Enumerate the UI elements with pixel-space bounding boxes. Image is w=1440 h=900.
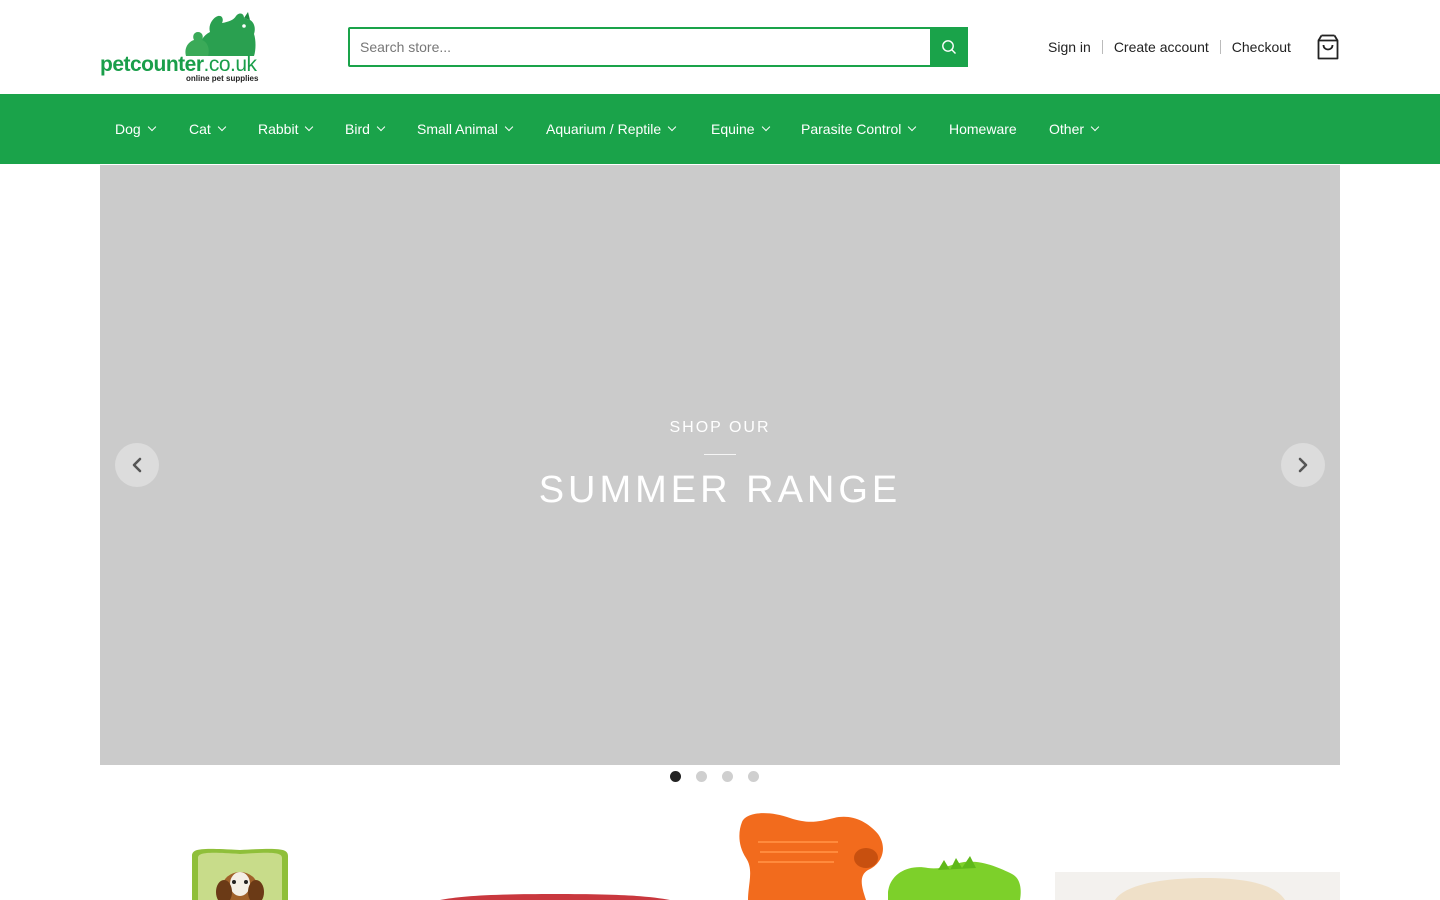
- shopping-bag-icon[interactable]: [1316, 34, 1340, 60]
- slider-dot[interactable]: [722, 771, 733, 782]
- slider-dot[interactable]: [670, 771, 681, 782]
- chevron-down-icon: [217, 122, 227, 132]
- nav-item-parasite-control[interactable]: Parasite Control: [801, 94, 917, 164]
- main-nav: Dog Cat Rabbit Bird Small Animal Aquariu…: [0, 94, 1440, 164]
- nav-item-aquarium-reptile[interactable]: Aquarium / Reptile: [546, 94, 677, 164]
- nav-item-label: Dog: [115, 121, 141, 137]
- hero-title: SUMMER RANGE: [538, 469, 902, 511]
- product-image-dog-treat-tube[interactable]: [190, 812, 290, 900]
- nav-item-cat[interactable]: Cat: [189, 94, 227, 164]
- slider-dot[interactable]: [748, 771, 759, 782]
- nav-item-other[interactable]: Other: [1049, 94, 1100, 164]
- nav-item-label: Cat: [189, 121, 211, 137]
- checkout-link[interactable]: Checkout: [1232, 39, 1291, 55]
- chevron-down-icon: [147, 122, 156, 132]
- nav-item-label: Rabbit: [258, 121, 299, 137]
- slider-dot[interactable]: [696, 771, 707, 782]
- nav-item-equine[interactable]: Equine: [711, 94, 770, 164]
- slider-prev-button[interactable]: [115, 443, 159, 487]
- product-image-red-pet-bed[interactable]: [430, 812, 680, 900]
- slider-next-button[interactable]: [1281, 443, 1325, 487]
- divider: [1101, 40, 1103, 54]
- search-bar: [348, 27, 968, 67]
- hero-kicker: SHOP OUR: [669, 419, 771, 436]
- pets-logo-icon: [185, 12, 256, 56]
- divider: [1219, 40, 1221, 54]
- search-icon: [942, 40, 956, 54]
- chevron-left-icon: [132, 457, 142, 473]
- chevron-down-icon: [908, 122, 917, 132]
- search-button[interactable]: [930, 27, 968, 67]
- account-links: Sign in Create account Checkout: [1048, 38, 1291, 56]
- nav-item-small-animal[interactable]: Small Animal: [417, 94, 514, 164]
- hero-slider[interactable]: SHOP OUR SUMMER RANGE: [100, 165, 1340, 765]
- nav-item-dog[interactable]: Dog: [115, 94, 156, 164]
- chevron-right-icon: [1298, 457, 1308, 473]
- chevron-down-icon: [376, 122, 386, 132]
- nav-item-bird[interactable]: Bird: [345, 94, 386, 164]
- chevron-down-icon: [305, 122, 314, 132]
- chevron-down-icon: [761, 122, 770, 132]
- hero-divider: [704, 454, 736, 455]
- product-image-dog-toys[interactable]: [738, 812, 1028, 900]
- chevron-down-icon: [1090, 122, 1100, 132]
- sign-in-link[interactable]: Sign in: [1048, 39, 1091, 55]
- nav-item-label: Parasite Control: [801, 121, 902, 137]
- chevron-down-icon: [504, 122, 514, 132]
- slider-pagination: [670, 771, 774, 783]
- nav-item-homeware[interactable]: Homeware: [949, 94, 1017, 164]
- search-input[interactable]: [350, 29, 932, 65]
- create-account-link[interactable]: Create account: [1114, 39, 1209, 55]
- nav-item-rabbit[interactable]: Rabbit: [258, 94, 314, 164]
- nav-item-label: Aquarium / Reptile: [546, 121, 662, 137]
- nav-item-label: Other: [1049, 121, 1085, 137]
- logo-tagline: online pet supplies: [186, 74, 259, 83]
- product-grid: [100, 812, 1340, 900]
- nav-item-label: Equine: [711, 121, 755, 137]
- product-image-cream-pet-bed[interactable]: [1055, 812, 1340, 900]
- nav-item-label: Bird: [345, 121, 370, 137]
- nav-item-label: Homeware: [949, 121, 1017, 137]
- chevron-down-icon: [667, 122, 677, 132]
- site-header: petcounter.co.uk online pet supplies Sig…: [0, 0, 1440, 94]
- nav-item-label: Small Animal: [417, 121, 498, 137]
- logo[interactable]: petcounter.co.uk online pet supplies: [100, 10, 260, 86]
